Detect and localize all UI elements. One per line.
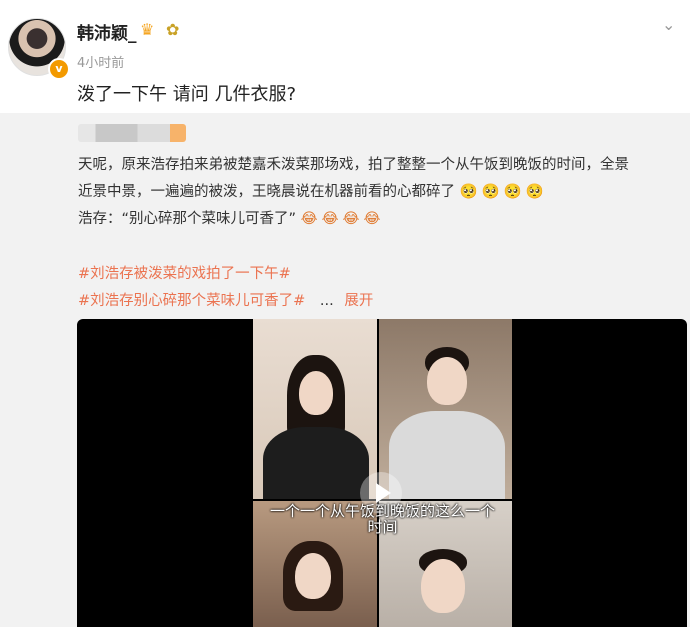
username[interactable]: 韩沛颖_ (77, 19, 137, 44)
blurred-username[interactable] (78, 124, 186, 142)
hashtag-link-2[interactable]: #刘浩存别心碎那个菜味儿可香了# (78, 293, 305, 309)
video-player[interactable]: 一个一个从午饭到晚饭的这么一个 时间 (77, 319, 687, 627)
ellipsis: ... (319, 293, 334, 309)
hashtag-line-2: #刘浩存别心碎那个菜味儿可香了# ... 展开 (78, 289, 373, 310)
post-text: 泼了一下午 请问 几件衣服? (77, 84, 296, 105)
laughing-emoji-row: 😂😂😂😂 (300, 211, 385, 227)
subtitle-line-2: 时间 (367, 518, 398, 536)
verified-badge-icon: v (48, 58, 70, 80)
hashtag-link-1[interactable]: #刘浩存被泼菜的戏拍了一下午# (78, 262, 291, 283)
pleading-emoji-row: 🥺🥺🥺🥺 (459, 184, 548, 200)
repost-text-line-3: 浩存：“别心碎那个菜味儿可香了” 😂😂😂😂 (78, 207, 384, 228)
weibo-post: v 韩沛颖_ ♛ ✿ 4小时前 ⌄ 泼了一下午 请问 几件衣服? 天呢，原来浩存… (0, 0, 690, 627)
post-time[interactable]: 4小时前 (77, 52, 124, 71)
repost-text-line-1: 天呢，原来浩存拍来弟被楚嘉禾泼菜那场戏，拍了整整一个从午饭到晚饭的时间，全景 (78, 157, 629, 173)
subtitle-line-1: 一个一个从午饭到晚饭的这么一个 (269, 502, 495, 520)
video-tile-top-right (379, 319, 512, 499)
repost-text-line-3-text: 浩存：“别心碎那个菜味儿可香了” (78, 211, 297, 227)
video-subtitle: 一个一个从午饭到晚饭的这么一个 时间 (253, 503, 512, 535)
repost-text-line-2-text: 近景中景，一遍遍的被泼，王晓晨说在机器前看的心都碎了 (78, 184, 455, 200)
expand-link[interactable]: 展开 (344, 293, 373, 309)
chevron-down-icon[interactable]: ⌄ (662, 17, 676, 33)
flower-icon[interactable]: ✿ (166, 20, 179, 39)
video-tile-top-left (253, 319, 377, 499)
crown-icon[interactable]: ♛ (140, 20, 154, 39)
repost-text-line-2: 近景中景，一遍遍的被泼，王晓晨说在机器前看的心都碎了 🥺🥺🥺🥺 (78, 180, 548, 201)
